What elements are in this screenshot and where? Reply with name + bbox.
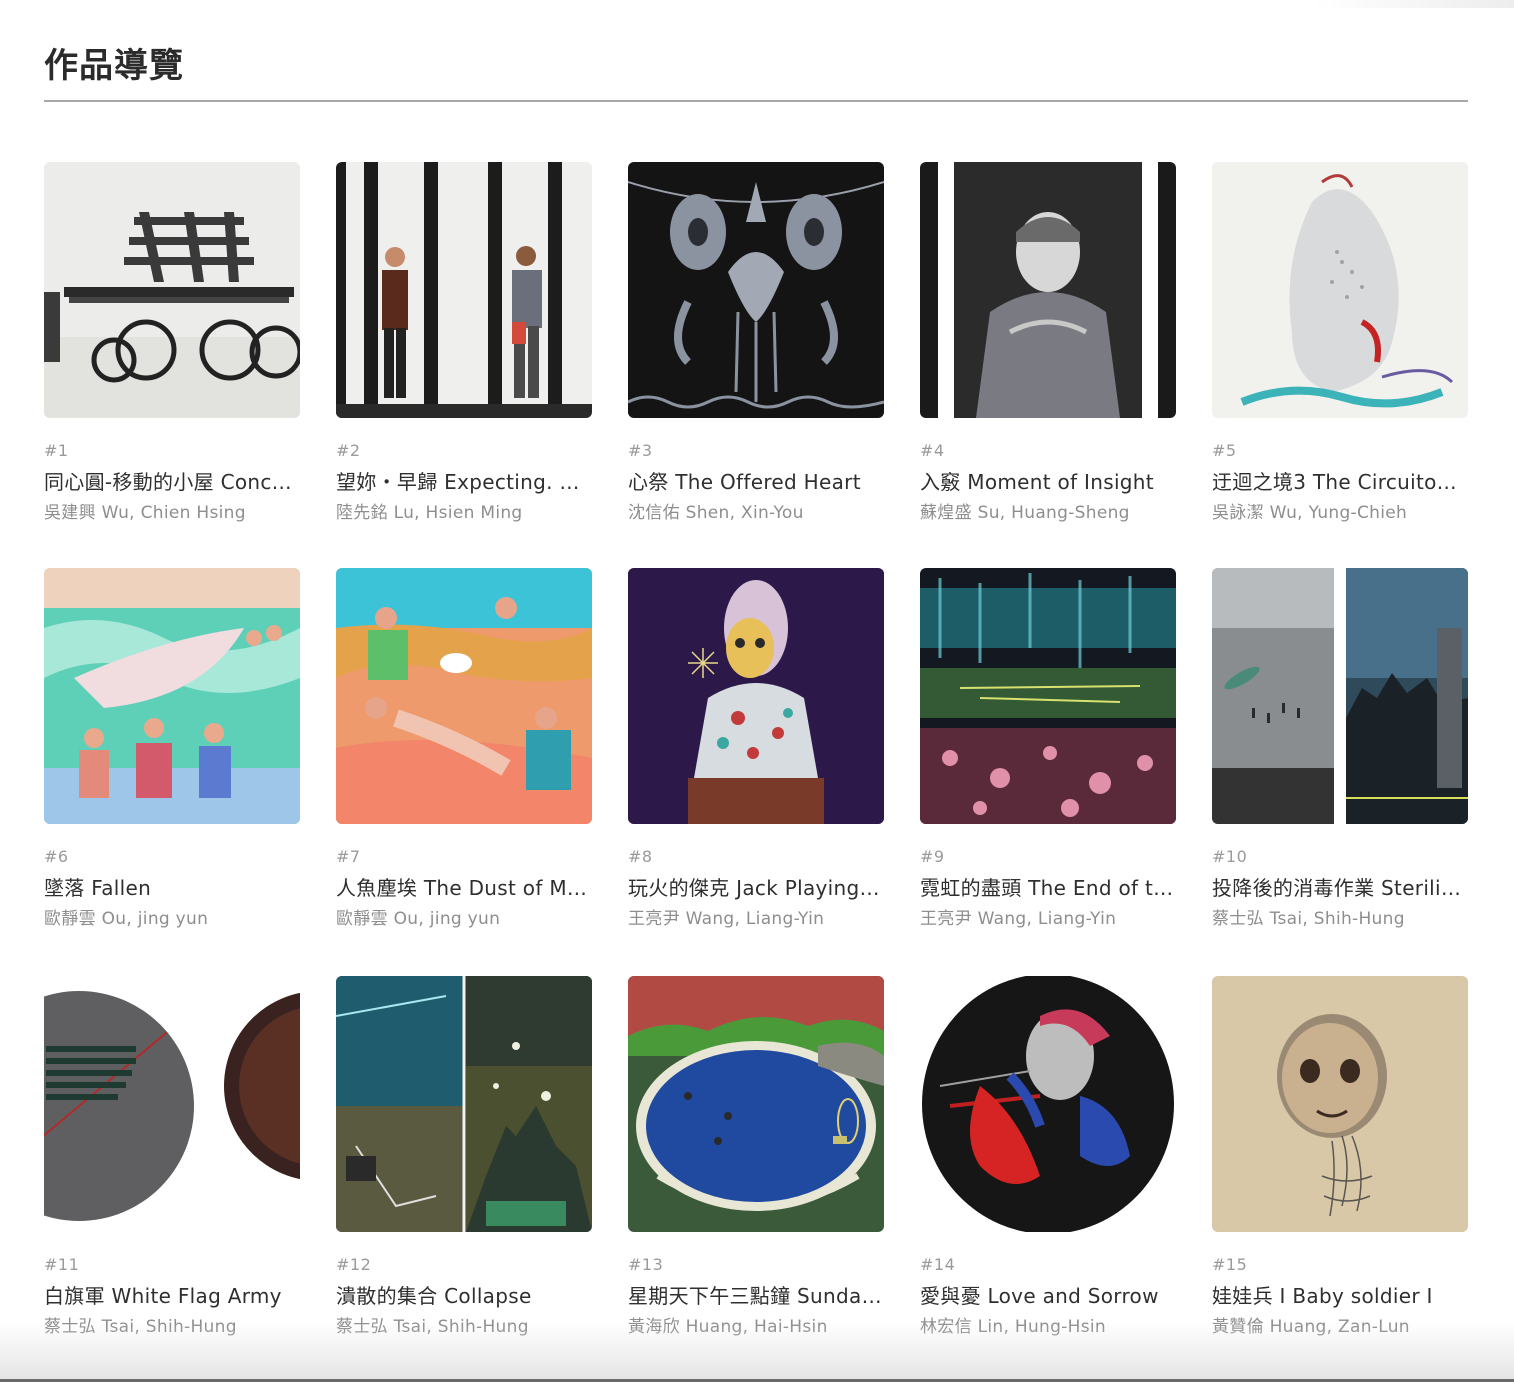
- artwork-image-6[interactable]: [44, 568, 300, 824]
- artwork-card-1[interactable]: #1 同心圓-移動的小屋 Concentric Circles 吳建興 Wu, …: [44, 162, 300, 523]
- artwork-title[interactable]: 娃娃兵 I Baby soldier I: [1212, 1280, 1468, 1309]
- artwork-number: #7: [336, 847, 361, 866]
- artwork-number: #8: [628, 847, 653, 866]
- artwork-number: #6: [44, 847, 69, 866]
- artwork-title[interactable]: 入竅 Moment of Insight: [920, 466, 1176, 495]
- artwork-number: #9: [920, 847, 945, 866]
- artwork-title[interactable]: 玩火的傑克 Jack Playing with Fire: [628, 872, 884, 901]
- bottom-fade: [0, 1322, 1514, 1382]
- artwork-card-9[interactable]: #9 霓虹的盡頭 The End of the Neon 王亮尹 Wang, L…: [920, 568, 1176, 929]
- artwork-card-13[interactable]: #13 星期天下午三點鐘 Sunday 3 PM 黃海欣 Huang, Hai-…: [628, 976, 884, 1337]
- artwork-image-8[interactable]: [628, 568, 884, 824]
- artwork-card-7[interactable]: #7 人魚塵埃 The Dust of Mermaids 歐靜雲 Ou, jin…: [336, 568, 592, 929]
- artwork-image-14[interactable]: [920, 976, 1176, 1232]
- artwork-number: #12: [336, 1255, 372, 1274]
- artwork-card-2[interactable]: #2 望妳・早歸 Expecting. … 陸先銘 Lu, Hsien Ming: [336, 162, 592, 523]
- artwork-card-12[interactable]: #12 潰散的集合 Collapse 蔡士弘 Tsai, Shih-Hung: [336, 976, 592, 1337]
- page-title: 作品導覽: [44, 46, 184, 86]
- artwork-number: #2: [336, 441, 361, 460]
- artwork-number: #1: [44, 441, 69, 460]
- artwork-image-13[interactable]: [628, 976, 884, 1232]
- artwork-image-10[interactable]: [1212, 568, 1468, 824]
- artwork-artist: 蘇煌盛 Su, Huang-Sheng: [920, 503, 1130, 523]
- artwork-card-4[interactable]: #4 入竅 Moment of Insight 蘇煌盛 Su, Huang-Sh…: [920, 162, 1176, 523]
- artwork-number: #15: [1212, 1255, 1248, 1274]
- artwork-card-8[interactable]: #8 玩火的傑克 Jack Playing with Fire 王亮尹 Wang…: [628, 568, 884, 929]
- artwork-number: #3: [628, 441, 653, 460]
- artwork-number: #13: [628, 1255, 664, 1274]
- artwork-image-3[interactable]: [628, 162, 884, 418]
- artwork-title[interactable]: 白旗軍 White Flag Army: [44, 1280, 300, 1309]
- artwork-image-9[interactable]: [920, 568, 1176, 824]
- artwork-artist: 沈信佑 Shen, Xin-You: [628, 503, 804, 523]
- artwork-image-11[interactable]: [44, 976, 300, 1232]
- artwork-artist: 陸先銘 Lu, Hsien Ming: [336, 503, 523, 523]
- artwork-number: #5: [1212, 441, 1237, 460]
- artwork-title[interactable]: 潰散的集合 Collapse: [336, 1280, 592, 1309]
- artwork-image-4[interactable]: [920, 162, 1176, 418]
- artwork-card-5[interactable]: #5 迂迴之境3 The Circuitous Realm 3 吳詠潔 Wu, …: [1212, 162, 1468, 523]
- artwork-title[interactable]: 同心圓-移動的小屋 Concentric Circles: [44, 466, 300, 495]
- artwork-title[interactable]: 愛與憂 Love and Sorrow: [920, 1280, 1176, 1309]
- artwork-title[interactable]: 望妳・早歸 Expecting. …: [336, 466, 592, 495]
- top-edge-shadow: [1314, 0, 1514, 8]
- artwork-artist: 吳建興 Wu, Chien Hsing: [44, 503, 246, 523]
- artwork-image-12[interactable]: [336, 976, 592, 1232]
- artwork-image-1[interactable]: [44, 162, 300, 418]
- artwork-card-10[interactable]: #10 投降後的消毒作業 Sterilization 蔡士弘 Tsai, Shi…: [1212, 568, 1468, 929]
- artwork-number: #4: [920, 441, 945, 460]
- artwork-title[interactable]: 墜落 Fallen: [44, 872, 300, 901]
- artwork-title[interactable]: 迂迴之境3 The Circuitous Realm 3: [1212, 466, 1468, 495]
- artwork-image-15[interactable]: [1212, 976, 1468, 1232]
- artwork-number: #10: [1212, 847, 1248, 866]
- artwork-image-7[interactable]: [336, 568, 592, 824]
- artwork-artist: 吳詠潔 Wu, Yung-Chieh: [1212, 503, 1408, 523]
- artwork-card-3[interactable]: #3 心祭 The Offered Heart 沈信佑 Shen, Xin-Yo…: [628, 162, 884, 523]
- artwork-artist: 歐靜雲 Ou, jing yun: [44, 909, 209, 929]
- artwork-title[interactable]: 霓虹的盡頭 The End of the Neon: [920, 872, 1176, 901]
- artwork-title[interactable]: 人魚塵埃 The Dust of Mermaids: [336, 872, 592, 901]
- artwork-card-14[interactable]: #14 愛與憂 Love and Sorrow 林宏信 Lin, Hung-Hs…: [920, 976, 1176, 1337]
- artwork-image-2[interactable]: [336, 162, 592, 418]
- artwork-artist: 歐靜雲 Ou, jing yun: [336, 909, 501, 929]
- title-divider: [44, 100, 1468, 102]
- artwork-artist: 蔡士弘 Tsai, Shih-Hung: [1212, 909, 1405, 929]
- artwork-image-5[interactable]: [1212, 162, 1468, 418]
- artwork-card-6[interactable]: #6 墜落 Fallen 歐靜雲 Ou, jing yun: [44, 568, 300, 929]
- artwork-card-15[interactable]: #15 娃娃兵 I Baby soldier I 黃贊倫 Huang, Zan-…: [1212, 976, 1468, 1337]
- artwork-title[interactable]: 星期天下午三點鐘 Sunday 3 PM: [628, 1280, 884, 1309]
- artwork-artist: 王亮尹 Wang, Liang-Yin: [920, 909, 1117, 929]
- artwork-title[interactable]: 投降後的消毒作業 Sterilization: [1212, 872, 1468, 901]
- artwork-card-11[interactable]: #11 白旗軍 White Flag Army 蔡士弘 Tsai, Shih-H…: [44, 976, 300, 1337]
- artwork-artist: 王亮尹 Wang, Liang-Yin: [628, 909, 825, 929]
- artwork-number: #14: [920, 1255, 956, 1274]
- artwork-number: #11: [44, 1255, 80, 1274]
- artwork-title[interactable]: 心祭 The Offered Heart: [628, 466, 884, 495]
